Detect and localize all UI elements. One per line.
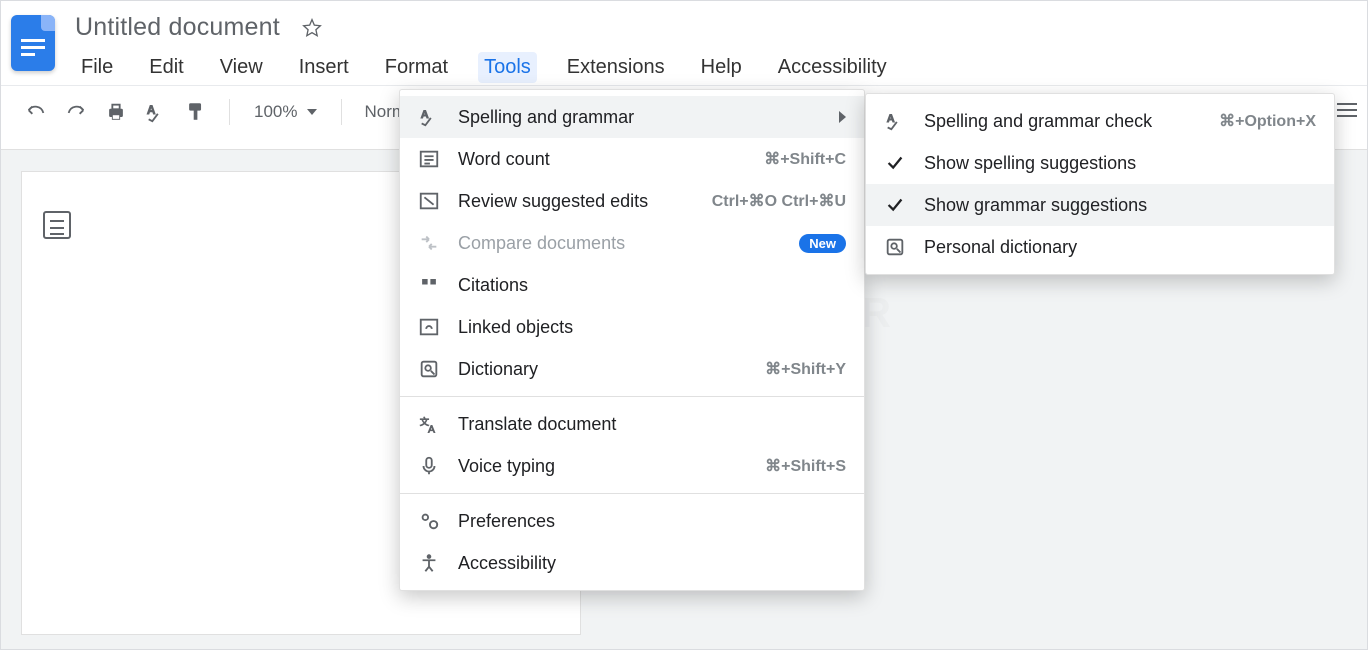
spellcheck-icon: A xyxy=(884,110,906,132)
undo-button[interactable] xyxy=(19,95,53,129)
menuitem-translate-document[interactable]: 文A Translate document xyxy=(400,403,864,445)
new-badge: New xyxy=(799,234,846,253)
menu-edit[interactable]: Edit xyxy=(143,52,189,83)
menuitem-dictionary[interactable]: Dictionary ⌘+Shift+Y xyxy=(400,348,864,390)
svg-text:A: A xyxy=(147,103,156,117)
menuitem-accessibility[interactable]: Accessibility xyxy=(400,542,864,584)
menuitem-review-suggested-edits[interactable]: Review suggested edits Ctrl+⌘O Ctrl+⌘U xyxy=(400,180,864,222)
zoom-dropdown[interactable]: 100% xyxy=(246,102,325,122)
menuitem-personal-dictionary[interactable]: Personal dictionary xyxy=(866,226,1334,268)
spelling-and-grammar-submenu: A Spelling and grammar check ⌘+Option+X … xyxy=(865,93,1335,275)
redo-button[interactable] xyxy=(59,95,93,129)
spellcheck-button[interactable]: A xyxy=(139,95,173,129)
menu-separator xyxy=(400,493,864,494)
app-window: Untitled document File Edit View Insert … xyxy=(0,0,1368,650)
paint-format-button[interactable] xyxy=(179,95,213,129)
menuitem-spelling-and-grammar[interactable]: A Spelling and grammar xyxy=(400,96,864,138)
menuitem-preferences[interactable]: Preferences xyxy=(400,500,864,542)
checkmark-icon xyxy=(884,194,906,216)
star-icon[interactable] xyxy=(302,18,322,38)
menu-view[interactable]: View xyxy=(214,52,269,83)
print-button[interactable] xyxy=(99,95,133,129)
menuitem-linked-objects[interactable]: Linked objects xyxy=(400,306,864,348)
menu-accessibility[interactable]: Accessibility xyxy=(772,52,893,83)
linked-objects-icon xyxy=(418,316,440,338)
chevron-down-icon xyxy=(307,109,317,115)
menuitem-voice-typing[interactable]: Voice typing ⌘+Shift+S xyxy=(400,445,864,487)
toolbar-separator xyxy=(341,99,342,125)
tools-dropdown: A Spelling and grammar Word count ⌘+Shif… xyxy=(399,89,865,591)
toolbar-separator xyxy=(229,99,230,125)
microphone-icon xyxy=(418,455,440,477)
menuitem-compare-documents[interactable]: Compare documents New xyxy=(400,222,864,264)
svg-text:A: A xyxy=(421,109,429,121)
spellcheck-icon: A xyxy=(418,106,440,128)
accessibility-icon xyxy=(418,552,440,574)
document-title[interactable]: Untitled document xyxy=(75,13,280,42)
menuitem-show-grammar-suggestions[interactable]: Show grammar suggestions xyxy=(866,184,1334,226)
translate-icon: 文A xyxy=(418,413,440,435)
checkmark-icon xyxy=(884,152,906,174)
menu-tools[interactable]: Tools xyxy=(478,52,537,83)
compare-icon xyxy=(418,232,440,254)
preferences-icon xyxy=(418,510,440,532)
document-outline-icon[interactable] xyxy=(43,211,71,239)
menu-extensions[interactable]: Extensions xyxy=(561,52,671,83)
title-area: Untitled document File Edit View Insert … xyxy=(75,9,893,83)
hide-menus-button[interactable] xyxy=(1337,99,1357,121)
menuitem-word-count[interactable]: Word count ⌘+Shift+C xyxy=(400,138,864,180)
zoom-value: 100% xyxy=(254,102,297,122)
menu-file[interactable]: File xyxy=(75,52,119,83)
menuitem-spelling-grammar-check[interactable]: A Spelling and grammar check ⌘+Option+X xyxy=(866,100,1334,142)
menu-separator xyxy=(400,396,864,397)
menu-insert[interactable]: Insert xyxy=(293,52,355,83)
menuitem-show-spelling-suggestions[interactable]: Show spelling suggestions xyxy=(866,142,1334,184)
menu-format[interactable]: Format xyxy=(379,52,454,83)
svg-text:A: A xyxy=(887,113,895,125)
menu-help[interactable]: Help xyxy=(695,52,748,83)
citations-icon xyxy=(418,274,440,296)
title-bar: Untitled document File Edit View Insert … xyxy=(1,1,1367,85)
svg-text:A: A xyxy=(428,424,435,435)
submenu-arrow-icon xyxy=(839,111,846,123)
dictionary-icon xyxy=(418,358,440,380)
dictionary-icon xyxy=(884,236,906,258)
menuitem-citations[interactable]: Citations xyxy=(400,264,864,306)
word-count-icon xyxy=(418,148,440,170)
menu-bar: File Edit View Insert Format Tools Exten… xyxy=(75,52,893,83)
review-edits-icon xyxy=(418,190,440,212)
docs-logo-icon[interactable] xyxy=(11,15,55,71)
